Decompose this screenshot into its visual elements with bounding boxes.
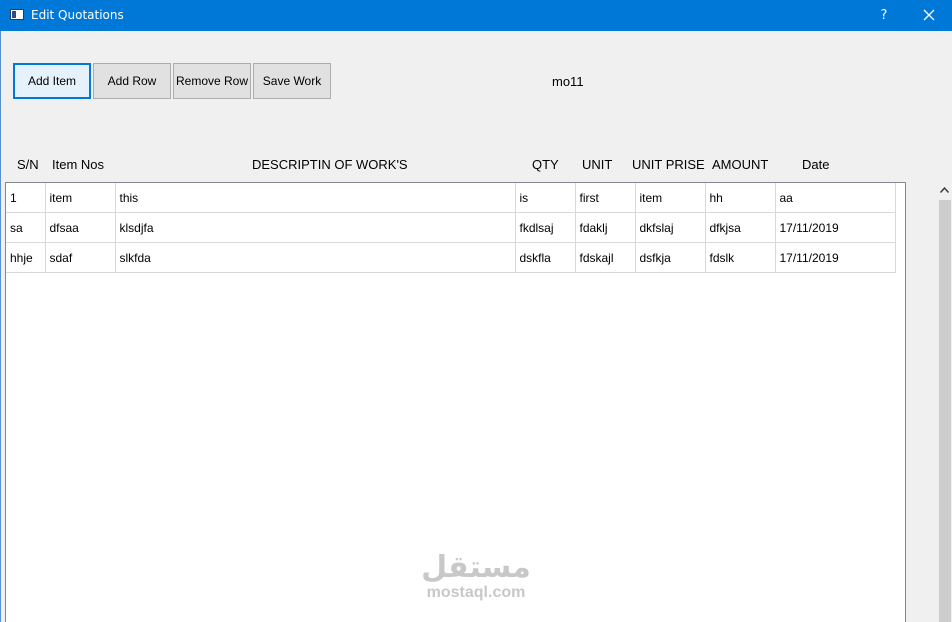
column-header-unit-prise: UNIT PRISE xyxy=(632,157,705,172)
cell-description[interactable]: slkfda xyxy=(115,242,516,273)
cell-qty[interactable]: is xyxy=(515,183,576,213)
cell-item-nos[interactable]: sdaf xyxy=(45,242,116,273)
cell-item-nos[interactable]: item xyxy=(45,183,116,213)
column-header-description: DESCRIPTIN OF WORK'S xyxy=(252,157,408,172)
column-header-amount: AMOUNT xyxy=(712,157,769,172)
table-row[interactable]: 1 item this is first item hh aa xyxy=(6,183,896,213)
column-header-item-nos: Item Nos xyxy=(52,157,105,172)
cell-sn[interactable]: 1 xyxy=(6,183,46,213)
cell-description[interactable]: this xyxy=(115,183,516,213)
cell-unit[interactable]: fdaklj xyxy=(575,212,636,243)
table-row[interactable]: sa dfsaa klsdjfa fkdlsaj fdaklj dkfslaj … xyxy=(6,212,896,243)
cell-amount[interactable]: dfkjsa xyxy=(705,212,776,243)
status-label: mo11 xyxy=(552,74,584,89)
quotation-grid: 1 item this is first item hh aa sa dfsaa… xyxy=(6,183,896,273)
column-header-unit: UNIT xyxy=(582,157,613,172)
watermark-logo: مستقل mostaql.com xyxy=(414,552,538,602)
cell-qty[interactable]: fkdlsaj xyxy=(515,212,576,243)
app-window-icon xyxy=(10,9,24,20)
remove-row-button[interactable]: Remove Row xyxy=(173,63,251,99)
add-item-button[interactable]: Add Item xyxy=(13,63,91,99)
scroll-up-button[interactable] xyxy=(937,182,952,199)
cell-unit-prise[interactable]: item xyxy=(635,183,706,213)
column-header-sn: S/N xyxy=(17,157,39,172)
cell-date[interactable]: aa xyxy=(775,183,896,213)
watermark-arabic: مستقل xyxy=(421,550,531,585)
cell-amount[interactable]: hh xyxy=(705,183,776,213)
add-row-button[interactable]: Add Row xyxy=(93,63,171,99)
save-work-button[interactable]: Save Work xyxy=(253,63,331,99)
cell-item-nos[interactable]: dfsaa xyxy=(45,212,116,243)
cell-amount[interactable]: fdslk xyxy=(705,242,776,273)
scrollbar-thumb[interactable] xyxy=(939,200,951,622)
window-title: Edit Quotations xyxy=(31,8,124,22)
cell-unit[interactable]: fdskajl xyxy=(575,242,636,273)
cell-sn[interactable]: sa xyxy=(6,212,46,243)
cell-description[interactable]: klsdjfa xyxy=(115,212,516,243)
close-button[interactable] xyxy=(906,0,952,31)
cell-date[interactable]: 17/11/2019 xyxy=(775,242,896,273)
table-row[interactable]: hhje sdaf slkfda dskfla fdskajl dsfkja f… xyxy=(6,242,896,273)
column-header-date: Date xyxy=(802,157,830,172)
cell-unit-prise[interactable]: dkfslaj xyxy=(635,212,706,243)
column-header-qty: QTY xyxy=(532,157,559,172)
cell-qty[interactable]: dskfla xyxy=(515,242,576,273)
watermark-latin: mostaql.com xyxy=(426,584,526,601)
close-icon xyxy=(923,9,935,21)
title-bar: Edit Quotations ? xyxy=(0,0,952,31)
cell-unit-prise[interactable]: dsfkja xyxy=(635,242,706,273)
window-border xyxy=(0,31,1,622)
cell-unit[interactable]: first xyxy=(575,183,636,213)
cell-sn[interactable]: hhje xyxy=(6,242,46,273)
help-button[interactable]: ? xyxy=(870,0,898,31)
cell-date[interactable]: 17/11/2019 xyxy=(775,212,896,243)
chevron-up-icon xyxy=(940,187,949,193)
